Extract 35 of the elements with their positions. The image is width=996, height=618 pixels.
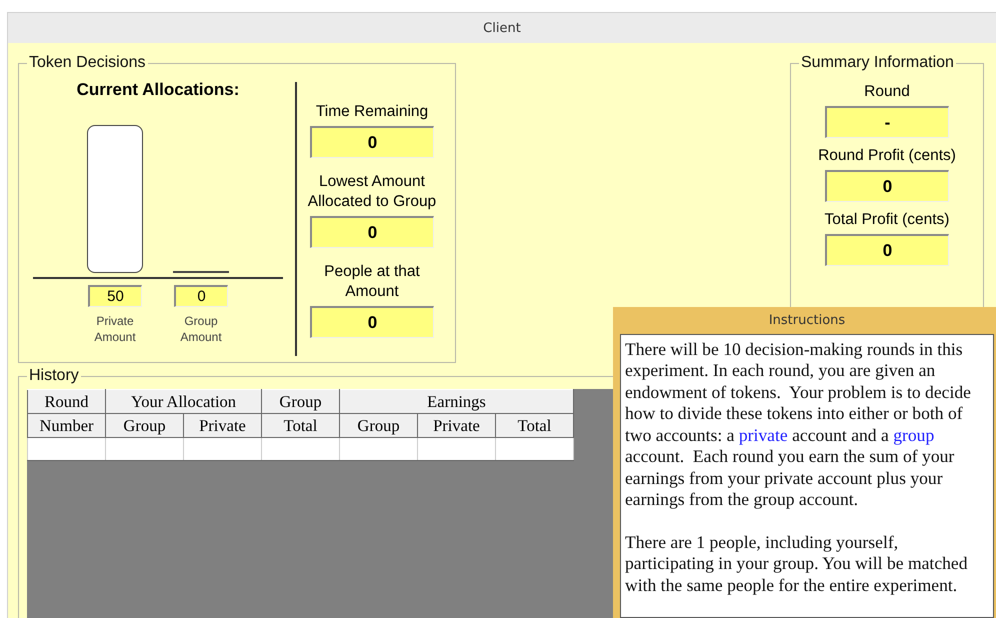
amount-field[interactable]: 0 [174,285,228,307]
amount-label: Private Amount [93,313,137,345]
allocations-heading: Current Allocations: [76,80,240,100]
stat-label: Time Remaining [314,102,430,122]
panel-title: Summary Information [800,54,955,72]
column-header: Group [340,414,418,438]
summary-label: Total Profit (cents) [824,210,950,230]
summary-field: 0 [825,170,949,202]
summary-label: Round Profit (cents) [817,146,957,166]
instructions-paragraph: There are 1 people, including yourself, participating in your group. You will be matched with the same people for the entire experiment. [625,532,969,596]
stat-field: 0 [310,126,434,158]
window-title: Client [8,13,996,43]
amount-label: Group Amount [179,313,223,345]
panel-title: History [28,367,80,385]
column-header: Private [184,414,262,438]
summary-label: Round [863,82,911,102]
column-header: Number [28,414,106,438]
column-header: Earnings [340,390,574,414]
instructions-paragraph: There will be 10 decision-making rounds in this experiment. In each round, you are given an endowment of tokens. Your problem is to decide how to divide these tokens into either or both of two accounts: a private account and a group account. Each round you earn the sum of your earnings from your private account plus your earnings from the group account. [625,338,972,510]
column-header: Round [28,390,106,414]
window-title: Instructions [768,312,846,330]
column-header: Group [106,414,184,438]
panel-title: Token Decisions [28,54,146,72]
stat-label: People at that Amount [323,262,421,302]
column-header: Total [496,414,574,438]
column-header: Total [262,414,340,438]
amount-field[interactable]: 50 [88,285,142,307]
summary-field: - [825,106,949,138]
stat-field: 0 [310,306,434,338]
column-header: Group [262,390,340,414]
column-header: Your Allocation [106,390,262,414]
column-header: Private [418,414,496,438]
stat-label: Lowest Amount Allocated to Group [306,172,438,212]
stat-field: 0 [310,216,434,248]
summary-field: 0 [825,234,949,266]
